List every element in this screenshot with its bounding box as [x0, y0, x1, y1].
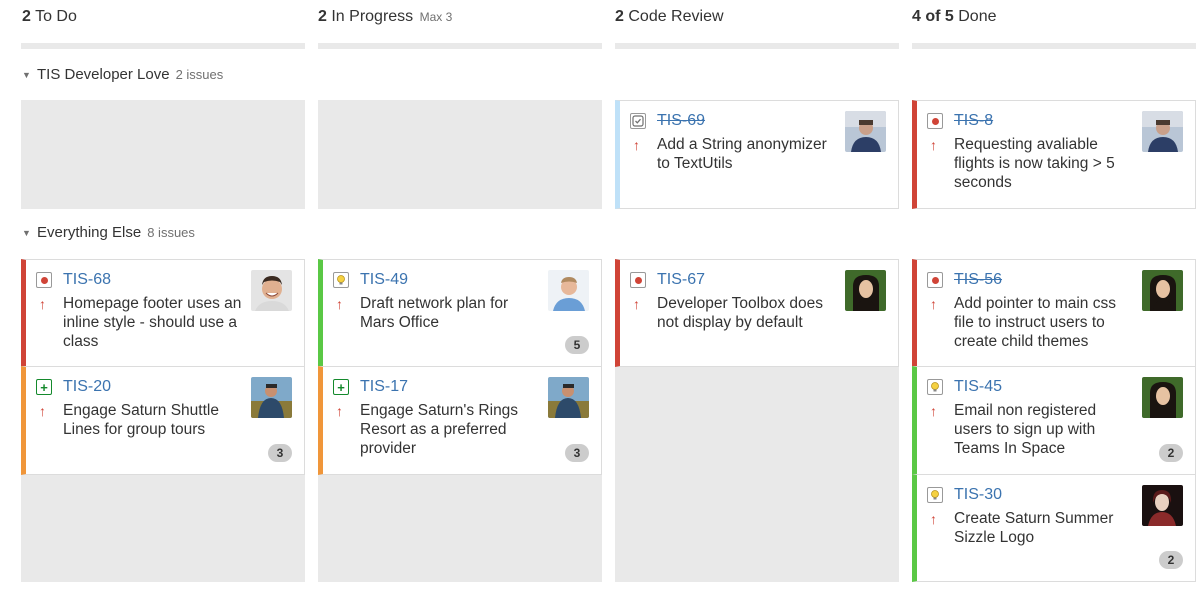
column-header-bar [21, 43, 305, 49]
issue-key-link[interactable]: TIS-49 [360, 271, 408, 289]
avatar [1142, 270, 1183, 311]
issue-key-link[interactable]: TIS-56 [954, 271, 1002, 289]
story-points-badge: 5 [565, 336, 589, 354]
column-header-todo: 2 To Do [22, 8, 77, 26]
issue-key-link[interactable]: TIS-8 [954, 112, 993, 130]
column-count: 2 [22, 8, 31, 25]
issue-summary: Engage Saturn's Rings Resort as a prefer… [360, 402, 519, 457]
priority-high-arrow-icon: ↑ [39, 296, 46, 312]
priority-high-arrow-icon: ↑ [930, 296, 937, 312]
issue-key-link[interactable]: TIS-67 [657, 271, 705, 289]
swimlane-issue-count: 2 issues [175, 67, 224, 82]
story-icon: + [333, 379, 349, 395]
column-header-bar [615, 43, 899, 49]
priority-high-arrow-icon: ↑ [336, 403, 343, 419]
swimlane-title: Everything Else [37, 224, 142, 241]
column-header-in-progress: 2 In Progress Max 3 [318, 8, 452, 26]
issue-summary: Add a String anonymizer to TextUtils [657, 136, 827, 172]
swimlane-title: TIS Developer Love [37, 66, 170, 83]
swimlane-issue-count: 8 issues [147, 225, 195, 240]
swimlane-header-developer-love[interactable]: ▼ TIS Developer Love 2 issues [22, 66, 223, 83]
issue-card-tis-56[interactable]: TIS-56 ↑ Add pointer to main css file to… [912, 259, 1196, 367]
swimlane-header-everything-else[interactable]: ▼ Everything Else 8 issues [22, 224, 195, 241]
avatar [548, 270, 589, 311]
priority-high-arrow-icon: ↑ [633, 296, 640, 312]
issue-key-link[interactable]: TIS-69 [657, 112, 705, 130]
chevron-down-icon[interactable]: ▼ [22, 228, 34, 238]
column-count: 2 [318, 8, 327, 25]
issue-summary: Draft network plan for Mars Office [360, 295, 509, 331]
issue-card-tis-68[interactable]: TIS-68 ↑ Homepage footer uses an inline … [21, 259, 305, 367]
avatar [1142, 485, 1183, 526]
story-points-badge: 2 [1159, 444, 1183, 462]
avatar [251, 270, 292, 311]
column-cell [21, 100, 305, 209]
story-icon: + [36, 379, 52, 395]
column-header-bar [318, 43, 602, 49]
issue-key-link[interactable]: TIS-20 [63, 378, 111, 396]
priority-high-arrow-icon: ↑ [633, 137, 640, 153]
issue-key-link[interactable]: TIS-17 [360, 378, 408, 396]
bug-icon [927, 113, 943, 129]
issue-summary: Create Saturn Summer Sizzle Logo [954, 510, 1114, 546]
issue-key-link[interactable]: TIS-30 [954, 486, 1002, 504]
avatar [1142, 111, 1183, 152]
issue-summary: Email non registered users to sign up wi… [954, 402, 1097, 457]
issue-card-tis-67[interactable]: TIS-67 ↑ Developer Toolbox does not disp… [615, 259, 899, 367]
issue-key-link[interactable]: TIS-45 [954, 378, 1002, 396]
avatar [845, 111, 886, 152]
story-points-badge: 3 [565, 444, 589, 462]
issue-summary: Homepage footer uses an inline style - s… [63, 295, 242, 350]
column-name: Code Review [628, 8, 724, 25]
column-cell [318, 100, 602, 209]
story-points-badge: 2 [1159, 551, 1183, 569]
priority-high-arrow-icon: ↑ [336, 296, 343, 312]
column-count: 2 [615, 8, 624, 25]
task-icon [630, 113, 646, 129]
issue-card-tis-69[interactable]: TIS-69 ↑ Add a String anonymizer to Text… [615, 100, 899, 209]
avatar [548, 377, 589, 418]
avatar [1142, 377, 1183, 418]
column-header-code-review: 2 Code Review [615, 8, 724, 26]
priority-high-arrow-icon: ↑ [930, 137, 937, 153]
issue-summary: Engage Saturn Shuttle Lines for group to… [63, 402, 219, 438]
column-name: Done [958, 8, 997, 25]
avatar [251, 377, 292, 418]
issue-summary: Developer Toolbox does not display by de… [657, 295, 824, 331]
issue-summary: Add pointer to main css file to instruct… [954, 295, 1116, 350]
priority-high-arrow-icon: ↑ [39, 403, 46, 419]
column-count: 4 of 5 [912, 8, 954, 25]
issue-card-tis-20[interactable]: + TIS-20 ↑ Engage Saturn Shuttle Lines f… [21, 366, 305, 475]
idea-icon [927, 487, 943, 503]
bug-icon [36, 272, 52, 288]
bug-icon [630, 272, 646, 288]
idea-icon [333, 272, 349, 288]
issue-summary: Requesting avaliable flights is now taki… [954, 136, 1115, 191]
issue-card-tis-49[interactable]: TIS-49 ↑ Draft network plan for Mars Off… [318, 259, 602, 367]
priority-high-arrow-icon: ↑ [930, 511, 937, 527]
priority-high-arrow-icon: ↑ [930, 403, 937, 419]
idea-icon [927, 379, 943, 395]
story-points-badge: 3 [268, 444, 292, 462]
issue-card-tis-8[interactable]: TIS-8 ↑ Requesting avaliable flights is … [912, 100, 1196, 209]
bug-icon [927, 272, 943, 288]
chevron-down-icon[interactable]: ▼ [22, 70, 34, 80]
column-name: To Do [35, 8, 77, 25]
issue-card-tis-45[interactable]: TIS-45 ↑ Email non registered users to s… [912, 366, 1196, 475]
column-name: In Progress [331, 8, 414, 25]
issue-card-tis-30[interactable]: TIS-30 ↑ Create Saturn Summer Sizzle Log… [912, 474, 1196, 582]
issue-key-link[interactable]: TIS-68 [63, 271, 111, 289]
avatar [845, 270, 886, 311]
issue-card-tis-17[interactable]: + TIS-17 ↑ Engage Saturn's Rings Resort … [318, 366, 602, 475]
column-header-done: 4 of 5 Done [912, 8, 997, 26]
column-max-limit: Max 3 [419, 10, 453, 24]
column-header-bar [912, 43, 1196, 49]
